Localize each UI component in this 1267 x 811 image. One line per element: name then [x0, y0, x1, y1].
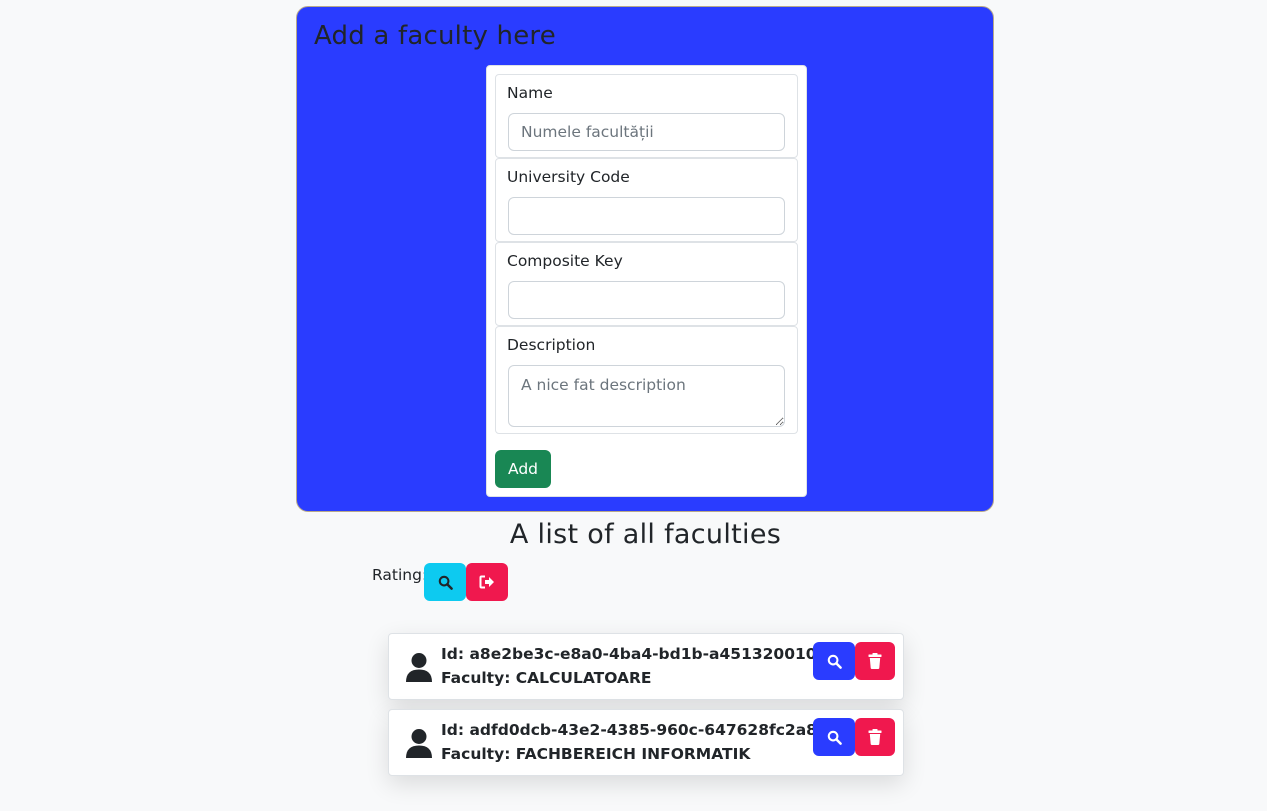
name-label: Name: [507, 84, 553, 102]
trash-icon: [868, 729, 882, 745]
composite-key-field-group: Composite Key: [495, 242, 798, 326]
faculty-name: Faculty: FACHBEREICH INFORMATIK: [441, 745, 751, 763]
sign-out-icon: [479, 575, 495, 589]
add-button[interactable]: Add: [495, 450, 551, 488]
delete-faculty-button[interactable]: [855, 642, 895, 680]
composite-key-label: Composite Key: [507, 252, 623, 270]
search-icon: [827, 730, 842, 745]
rating-search-button[interactable]: [424, 563, 466, 601]
user-icon: [405, 728, 433, 758]
panel-title: Add a faculty here: [314, 21, 556, 51]
description-textarea[interactable]: [508, 365, 785, 427]
university-code-input[interactable]: [508, 197, 785, 235]
faculty-name: Faculty: CALCULATOARE: [441, 669, 652, 687]
add-faculty-panel: Add a faculty here Name University Code …: [296, 6, 994, 512]
faculty-id: Id: adfd0dcb-43e2-4385-960c-647628fc2a86: [441, 721, 828, 739]
view-faculty-button[interactable]: [813, 718, 855, 756]
faculty-id: Id: a8e2be3c-e8a0-4ba4-bd1b-a451320010cc: [441, 645, 835, 663]
view-faculty-button[interactable]: [813, 642, 855, 680]
faculty-list-item: Id: adfd0dcb-43e2-4385-960c-647628fc2a86…: [388, 709, 904, 776]
university-code-label: University Code: [507, 168, 630, 186]
composite-key-input[interactable]: [508, 281, 785, 319]
faculty-list-item: Id: a8e2be3c-e8a0-4ba4-bd1b-a451320010cc…: [388, 633, 904, 700]
logout-button[interactable]: [466, 563, 508, 601]
name-field-group: Name: [495, 74, 798, 158]
description-label: Description: [507, 336, 596, 354]
list-title: A list of all faculties: [509, 519, 782, 550]
rating-label: Rating:: [372, 566, 428, 584]
university-code-field-group: University Code: [495, 158, 798, 242]
user-icon: [405, 652, 433, 682]
name-input[interactable]: [508, 113, 785, 151]
search-icon: [827, 654, 842, 669]
search-icon: [438, 575, 453, 590]
description-field-group: Description: [495, 326, 798, 434]
trash-icon: [868, 653, 882, 669]
add-faculty-form: Name University Code Composite Key Descr…: [486, 65, 807, 497]
delete-faculty-button[interactable]: [855, 718, 895, 756]
